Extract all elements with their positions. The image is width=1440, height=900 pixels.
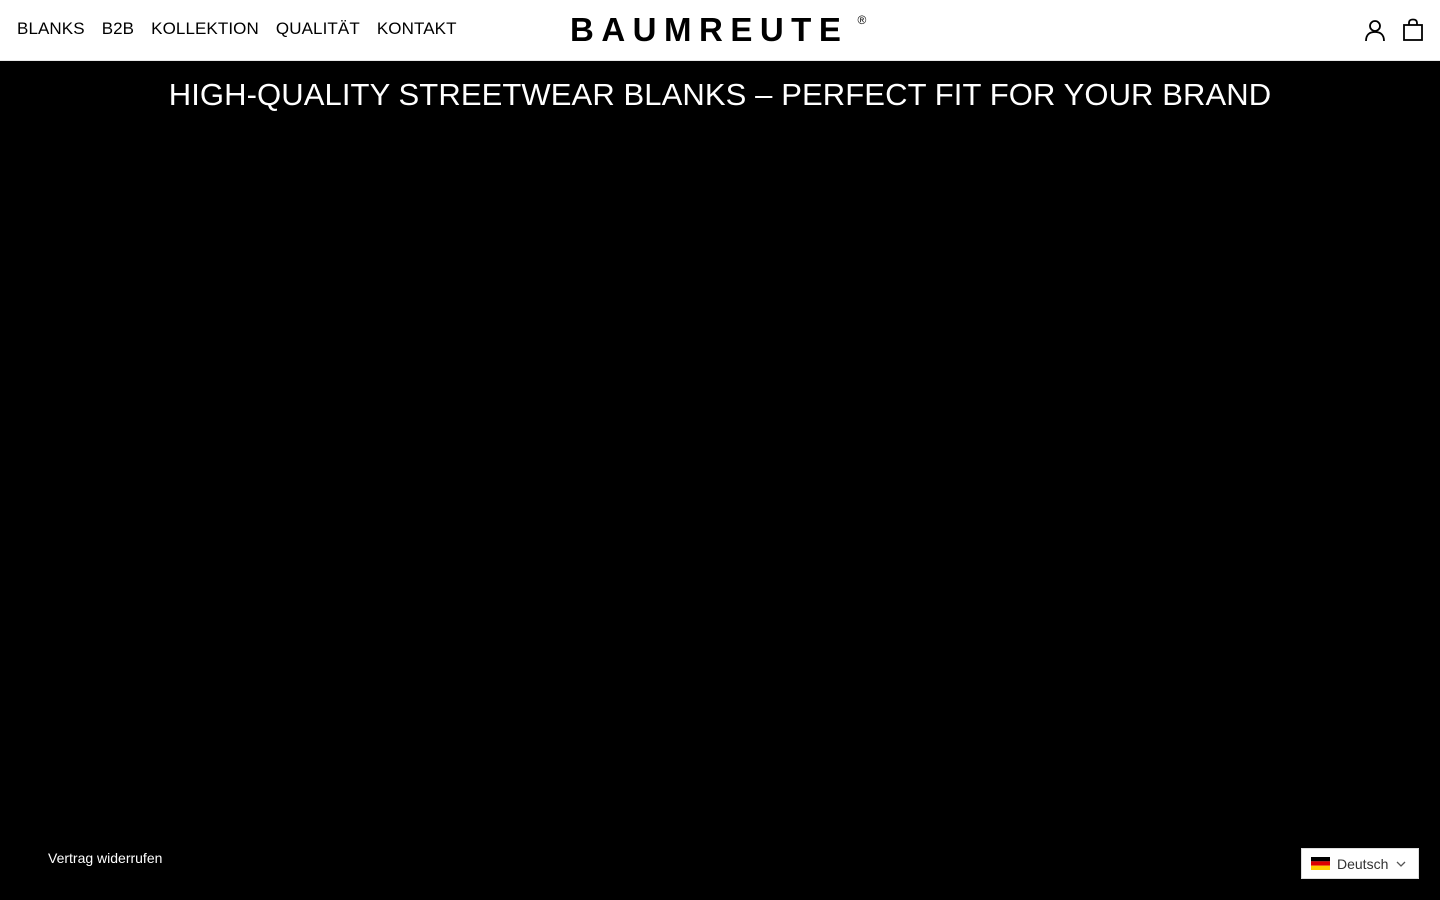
chevron-down-icon [1396, 861, 1406, 867]
site-logo[interactable]: BAUMREUTE ® [570, 11, 866, 48]
nav-item-kollektion[interactable]: KOLLEKTION [151, 19, 259, 39]
logo-text: BAUMREUTE [570, 11, 849, 48]
de-flag-icon [1311, 857, 1330, 870]
account-icon[interactable] [1364, 18, 1386, 42]
nav-item-qualitaet[interactable]: QUALITÄT [276, 19, 360, 39]
hero-title: HIGH-QUALITY STREETWEAR BLANKS – PERFECT… [168, 77, 1272, 112]
withdraw-contract-link[interactable]: Vertrag widerrufen [48, 849, 162, 867]
cart-icon[interactable] [1402, 18, 1424, 42]
nav-item-blanks[interactable]: BLANKS [17, 19, 85, 39]
site-header: BLANKS B2B KOLLEKTION QUALITÄT KONTAKT B… [0, 0, 1440, 61]
nav-item-kontakt[interactable]: KONTAKT [377, 19, 457, 39]
language-selector[interactable]: Deutsch [1301, 848, 1419, 879]
registered-mark: ® [857, 13, 867, 27]
hero-section: HIGH-QUALITY STREETWEAR BLANKS – PERFECT… [0, 61, 1440, 900]
main-nav: BLANKS B2B KOLLEKTION QUALITÄT KONTAKT [17, 19, 474, 39]
language-label: Deutsch [1337, 855, 1389, 872]
nav-item-b2b[interactable]: B2B [102, 19, 134, 39]
header-icons [1364, 18, 1424, 42]
